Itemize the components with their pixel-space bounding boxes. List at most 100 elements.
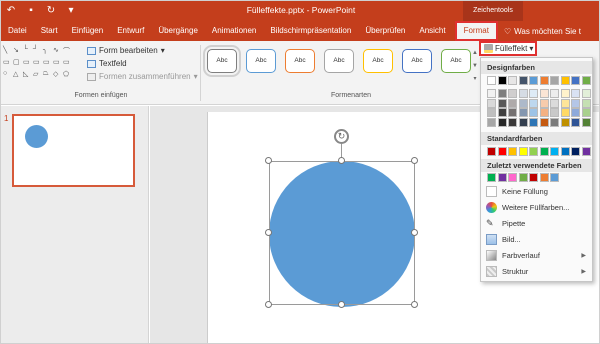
tab-einfuegen[interactable]: Einfügen xyxy=(65,21,111,41)
theme-shade-swatch[interactable] xyxy=(581,89,591,98)
resize-handle-bottom[interactable] xyxy=(338,301,345,308)
theme-shade-swatch[interactable] xyxy=(508,98,517,108)
theme-shade-swatch[interactable] xyxy=(581,98,591,108)
theme-color-swatch[interactable] xyxy=(539,76,549,85)
theme-shade-swatch[interactable] xyxy=(518,108,528,117)
curve-shape-icon[interactable]: ⌒ xyxy=(63,46,70,56)
theme-shade-swatch[interactable] xyxy=(560,117,570,127)
theme-color-swatch[interactable] xyxy=(497,76,507,85)
theme-shade-swatch[interactable] xyxy=(487,98,496,108)
theme-shade-swatch[interactable] xyxy=(539,98,549,108)
theme-shade-swatch[interactable] xyxy=(560,89,570,98)
scroll-down-icon[interactable]: ▼ xyxy=(471,60,479,73)
shape-style-4[interactable]: Abc xyxy=(324,49,354,73)
tab-format[interactable]: Format xyxy=(454,21,498,41)
theme-shade-swatch[interactable] xyxy=(560,108,570,117)
theme-shade-swatch[interactable] xyxy=(581,108,591,117)
eyedropper-item[interactable]: ✎ Pipette xyxy=(483,215,591,231)
theme-shade-swatch[interactable] xyxy=(539,117,549,127)
standard-color-swatch[interactable] xyxy=(571,147,580,156)
arrow-shape-icon[interactable]: ↘ xyxy=(13,46,19,54)
merge-shapes-button[interactable]: Formen zusammenführen ▾ xyxy=(87,70,198,83)
theme-shade-swatch[interactable] xyxy=(497,108,507,117)
recent-color-swatch[interactable] xyxy=(487,173,496,182)
standard-color-swatch[interactable] xyxy=(539,147,549,156)
theme-color-swatch[interactable] xyxy=(550,76,559,85)
resize-handle-top-right[interactable] xyxy=(411,157,418,164)
rect-shape-icon[interactable]: ▭ xyxy=(53,58,60,66)
standard-color-swatch[interactable] xyxy=(518,147,528,156)
textbox-button[interactable]: Textfeld xyxy=(87,57,198,70)
theme-shade-swatch[interactable] xyxy=(529,108,538,117)
theme-shade-swatch[interactable] xyxy=(529,89,538,98)
standard-color-swatch[interactable] xyxy=(487,147,496,156)
shape-style-2[interactable]: Abc xyxy=(246,49,276,73)
rounded-rect-shape-icon[interactable]: ▢ xyxy=(13,58,20,66)
tab-datei[interactable]: Datei xyxy=(1,21,34,41)
triangle-shape-icon[interactable]: ◺ xyxy=(23,70,28,78)
resize-handle-right[interactable] xyxy=(411,229,418,236)
diamond-shape-icon[interactable]: ◇ xyxy=(53,70,58,78)
parallelogram-shape-icon[interactable]: ▱ xyxy=(33,70,38,78)
recent-color-swatch[interactable] xyxy=(529,173,538,182)
theme-shade-swatch[interactable] xyxy=(518,117,528,127)
recent-color-swatch[interactable] xyxy=(497,173,507,182)
resize-handle-bottom-left[interactable] xyxy=(265,301,272,308)
oval-shape-icon[interactable]: ○ xyxy=(3,70,7,77)
resize-handle-top[interactable] xyxy=(338,157,345,164)
gradient-item[interactable]: Farbverlauf ▶ xyxy=(483,247,591,263)
theme-shade-swatch[interactable] xyxy=(539,89,549,98)
styles-gallery-scroll[interactable]: ▲ ▼ ▾ xyxy=(471,47,479,87)
theme-shade-swatch[interactable] xyxy=(518,98,528,108)
recent-color-swatch[interactable] xyxy=(518,173,528,182)
tab-animationen[interactable]: Animationen xyxy=(205,21,263,41)
fill-effect-button[interactable]: Fülleffekt ▾ xyxy=(479,41,537,56)
shape-style-6[interactable]: Abc xyxy=(402,49,432,73)
theme-shade-swatch[interactable] xyxy=(497,117,507,127)
recent-color-swatch[interactable] xyxy=(539,173,549,182)
resize-handle-left[interactable] xyxy=(265,229,272,236)
theme-color-swatch[interactable] xyxy=(518,76,528,85)
theme-shade-swatch[interactable] xyxy=(487,108,496,117)
theme-color-swatch[interactable] xyxy=(560,76,570,85)
curve-shape-icon[interactable]: ∿ xyxy=(53,46,59,54)
theme-shade-swatch[interactable] xyxy=(508,108,517,117)
theme-shade-swatch[interactable] xyxy=(487,117,496,127)
more-fill-colors-item[interactable]: Weitere Füllfarben... xyxy=(483,199,591,215)
theme-color-swatch[interactable] xyxy=(529,76,538,85)
tab-ansicht[interactable]: Ansicht xyxy=(412,21,452,41)
tab-start[interactable]: Start xyxy=(34,21,65,41)
resize-handle-top-left[interactable] xyxy=(265,157,272,164)
theme-color-swatch[interactable] xyxy=(571,76,580,85)
shapes-gallery[interactable]: ╲ ↘ └ ┘ ╮ ∿ ⌒ ▭ ▢ ▭ ▭ ▭ ▭ ▭ ○ △ ◺ ▱ ⏢ ◇ … xyxy=(3,46,81,84)
standard-color-swatch[interactable] xyxy=(560,147,570,156)
theme-shade-swatch[interactable] xyxy=(571,108,580,117)
theme-shade-swatch[interactable] xyxy=(539,108,549,117)
theme-shade-swatch[interactable] xyxy=(560,98,570,108)
theme-shade-swatch[interactable] xyxy=(581,117,591,127)
trapezoid-shape-icon[interactable]: ⏢ xyxy=(43,70,49,78)
standard-color-swatch[interactable] xyxy=(581,147,591,156)
tab-uebergaenge[interactable]: Übergänge xyxy=(151,21,205,41)
connector-shape-icon[interactable]: └ xyxy=(23,46,28,53)
recent-color-swatch[interactable] xyxy=(508,173,517,182)
theme-shade-swatch[interactable] xyxy=(571,89,580,98)
theme-shade-swatch[interactable] xyxy=(550,98,559,108)
connector-shape-icon[interactable]: ╮ xyxy=(43,46,47,54)
rect-shape-icon[interactable]: ▭ xyxy=(63,58,70,66)
standard-color-swatch[interactable] xyxy=(508,147,517,156)
theme-color-swatch[interactable] xyxy=(581,76,591,85)
shape-style-1[interactable]: Abc xyxy=(203,45,241,77)
standard-color-swatch[interactable] xyxy=(550,147,559,156)
shape-style-7[interactable]: Abc xyxy=(441,49,471,73)
theme-shade-swatch[interactable] xyxy=(497,89,507,98)
theme-shade-swatch[interactable] xyxy=(529,117,538,127)
theme-color-swatch[interactable] xyxy=(508,76,517,85)
edit-shape-button[interactable]: Form bearbeiten ▾ xyxy=(87,44,198,57)
rotate-handle-icon[interactable]: ↻ xyxy=(334,129,349,144)
tab-bildschirmpraesentation[interactable]: Bildschirmpräsentation xyxy=(263,21,358,41)
rect-shape-icon[interactable]: ▭ xyxy=(33,58,40,66)
theme-shade-swatch[interactable] xyxy=(550,108,559,117)
rectangle-shape-icon[interactable]: ▭ xyxy=(3,58,10,66)
snip-rect-shape-icon[interactable]: ▭ xyxy=(23,58,30,66)
